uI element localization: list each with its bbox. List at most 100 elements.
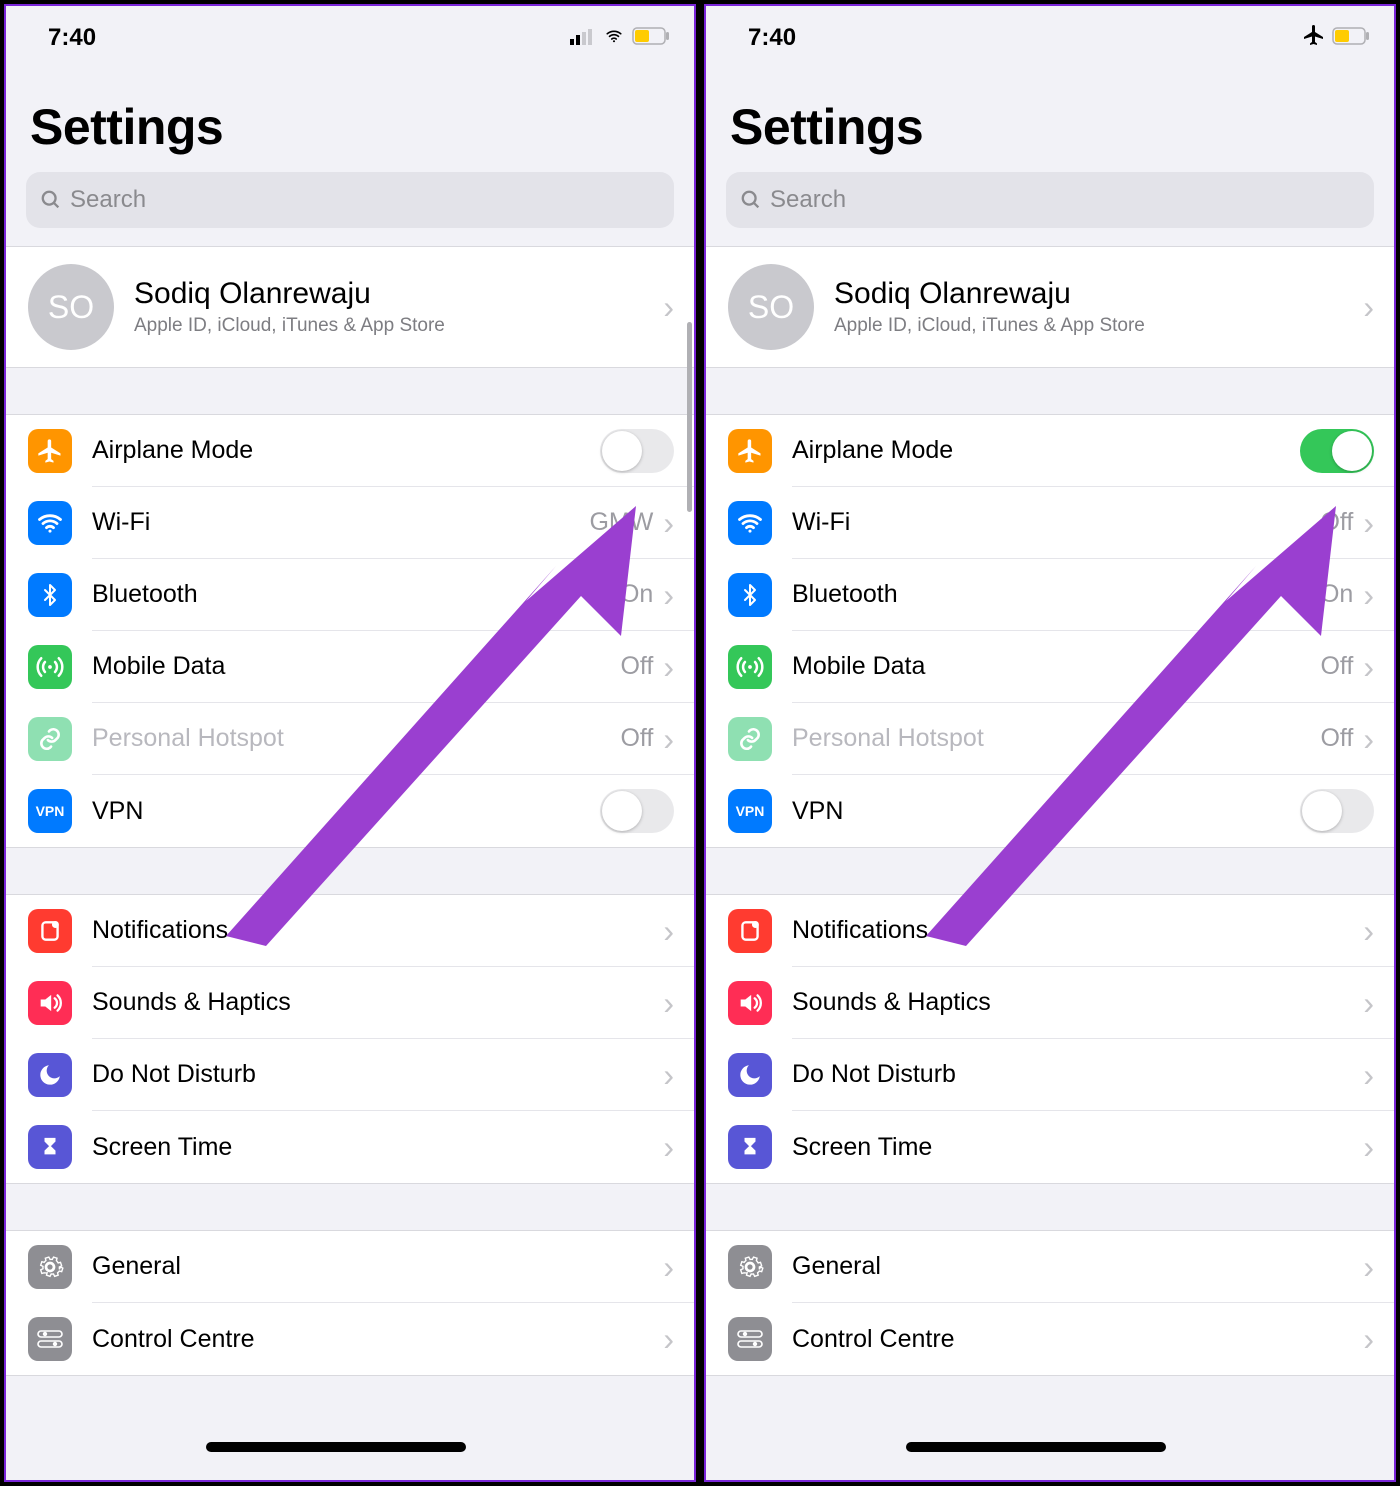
row-label: Bluetooth (92, 580, 620, 609)
mobile-data-row[interactable]: Mobile DataOff› (6, 631, 694, 703)
notifications-row[interactable]: Notifications› (6, 895, 694, 967)
row-label: Wi-Fi (92, 508, 589, 537)
avatar: SO (28, 264, 114, 350)
row-label: Airplane Mode (92, 436, 600, 465)
mobile-data-row[interactable]: Mobile DataOff› (706, 631, 1394, 703)
search-placeholder: Search (70, 186, 146, 214)
row-label: Personal Hotspot (92, 724, 620, 753)
apple-id-row[interactable]: SOSodiq OlanrewajuApple ID, iCloud, iTun… (706, 247, 1394, 367)
mobile-data-icon (28, 645, 72, 689)
bluetooth-row[interactable]: BluetoothOn› (6, 559, 694, 631)
battery-icon (632, 24, 670, 52)
airplane-mode-row[interactable]: Airplane Mode (706, 415, 1394, 487)
status-time: 7:40 (48, 24, 96, 52)
vpn-row[interactable]: VPN VPN (6, 775, 694, 847)
profile-subtitle: Apple ID, iCloud, iTunes & App Store (834, 315, 1363, 337)
personal-hotspot-icon (28, 717, 72, 761)
battery-icon (1332, 24, 1370, 52)
chevron-right-icon: › (1363, 291, 1374, 323)
row-label: Control Centre (92, 1325, 663, 1354)
profile-name: Sodiq Olanrewaju (834, 277, 1363, 311)
notifications-row[interactable]: Notifications› (706, 895, 1394, 967)
row-label: VPN (92, 797, 600, 826)
wifi-icon (602, 24, 626, 52)
screen-time-icon (28, 1125, 72, 1169)
row-value: Off (620, 652, 653, 681)
screen-right: 7:40SettingsSearchSOSodiq OlanrewajuAppl… (704, 4, 1396, 1482)
row-value: Off (620, 724, 653, 753)
cellular-icon (570, 24, 596, 52)
status-bar: 7:40 (6, 6, 694, 62)
wifi-row[interactable]: Wi-FiGMW › (6, 487, 694, 559)
airplane-mode-toggle[interactable] (600, 429, 674, 473)
control-centre-row[interactable]: Control Centre› (706, 1303, 1394, 1375)
chevron-right-icon: › (1363, 1251, 1374, 1283)
general-icon (28, 1245, 72, 1289)
row-value: Off (1320, 652, 1353, 681)
do-not-disturb-row[interactable]: Do Not Disturb› (706, 1039, 1394, 1111)
row-value: On (1320, 580, 1353, 609)
vpn-row[interactable]: VPNVPN (706, 775, 1394, 847)
row-label: Screen Time (92, 1133, 663, 1162)
vpn-icon: VPN (28, 789, 72, 833)
row-label: Do Not Disturb (92, 1060, 663, 1089)
sounds-haptics-row[interactable]: Sounds & Haptics› (6, 967, 694, 1039)
bluetooth-icon (728, 573, 772, 617)
control-centre-row[interactable]: Control Centre› (6, 1303, 694, 1375)
sounds-haptics-icon (728, 981, 772, 1025)
row-label: Airplane Mode (792, 436, 1300, 465)
control-centre-icon (728, 1317, 772, 1361)
screen-time-row[interactable]: Screen Time› (706, 1111, 1394, 1183)
row-label: Wi-Fi (792, 508, 1320, 537)
search-input[interactable]: Search (726, 172, 1374, 228)
search-placeholder: Search (770, 186, 846, 214)
row-value: Off (1320, 724, 1353, 753)
chevron-right-icon: › (663, 1131, 674, 1163)
sounds-haptics-row[interactable]: Sounds & Haptics› (706, 967, 1394, 1039)
general-row[interactable]: General› (6, 1231, 694, 1303)
row-label: Control Centre (792, 1325, 1363, 1354)
chevron-right-icon: › (1363, 507, 1374, 539)
notifications-icon (728, 909, 772, 953)
chevron-right-icon: › (663, 507, 674, 539)
do-not-disturb-row[interactable]: Do Not Disturb› (6, 1039, 694, 1111)
chevron-right-icon: › (1363, 1131, 1374, 1163)
bluetooth-row[interactable]: BluetoothOn› (706, 559, 1394, 631)
chevron-right-icon: › (1363, 1323, 1374, 1355)
wifi-icon (28, 501, 72, 545)
row-label: Sounds & Haptics (92, 988, 663, 1017)
vpn-toggle[interactable] (600, 789, 674, 833)
row-label: Personal Hotspot (792, 724, 1320, 753)
redaction (206, 1442, 466, 1452)
chevron-right-icon: › (1363, 723, 1374, 755)
airplane-icon (1302, 23, 1326, 54)
chevron-right-icon: › (663, 1323, 674, 1355)
chevron-right-icon: › (663, 1251, 674, 1283)
bluetooth-icon (28, 573, 72, 617)
row-label: General (792, 1252, 1363, 1281)
airplane-mode-toggle[interactable] (1300, 429, 1374, 473)
row-label: Mobile Data (792, 652, 1320, 681)
row-value: GMW (589, 508, 653, 537)
personal-hotspot-row[interactable]: Personal HotspotOff› (6, 703, 694, 775)
vpn-toggle[interactable] (1300, 789, 1374, 833)
general-row[interactable]: General› (706, 1231, 1394, 1303)
profile-name: Sodiq Olanrewaju (134, 277, 663, 311)
search-input[interactable]: Search (26, 172, 674, 228)
wifi-row[interactable]: Wi-FiOff › (706, 487, 1394, 559)
apple-id-row[interactable]: SOSodiq OlanrewajuApple ID, iCloud, iTun… (6, 247, 694, 367)
row-label: Bluetooth (792, 580, 1320, 609)
airplane-mode-icon (728, 429, 772, 473)
general-icon (728, 1245, 772, 1289)
row-label: Mobile Data (92, 652, 620, 681)
airplane-mode-row[interactable]: Airplane Mode (6, 415, 694, 487)
screen-time-row[interactable]: Screen Time› (6, 1111, 694, 1183)
personal-hotspot-row[interactable]: Personal HotspotOff › (706, 703, 1394, 775)
row-value: Off (1320, 508, 1353, 537)
redaction (906, 1442, 1166, 1452)
chevron-right-icon: › (1363, 915, 1374, 947)
status-bar: 7:40 (706, 6, 1394, 62)
chevron-right-icon: › (663, 987, 674, 1019)
wifi-icon (728, 501, 772, 545)
chevron-right-icon: › (1363, 1059, 1374, 1091)
